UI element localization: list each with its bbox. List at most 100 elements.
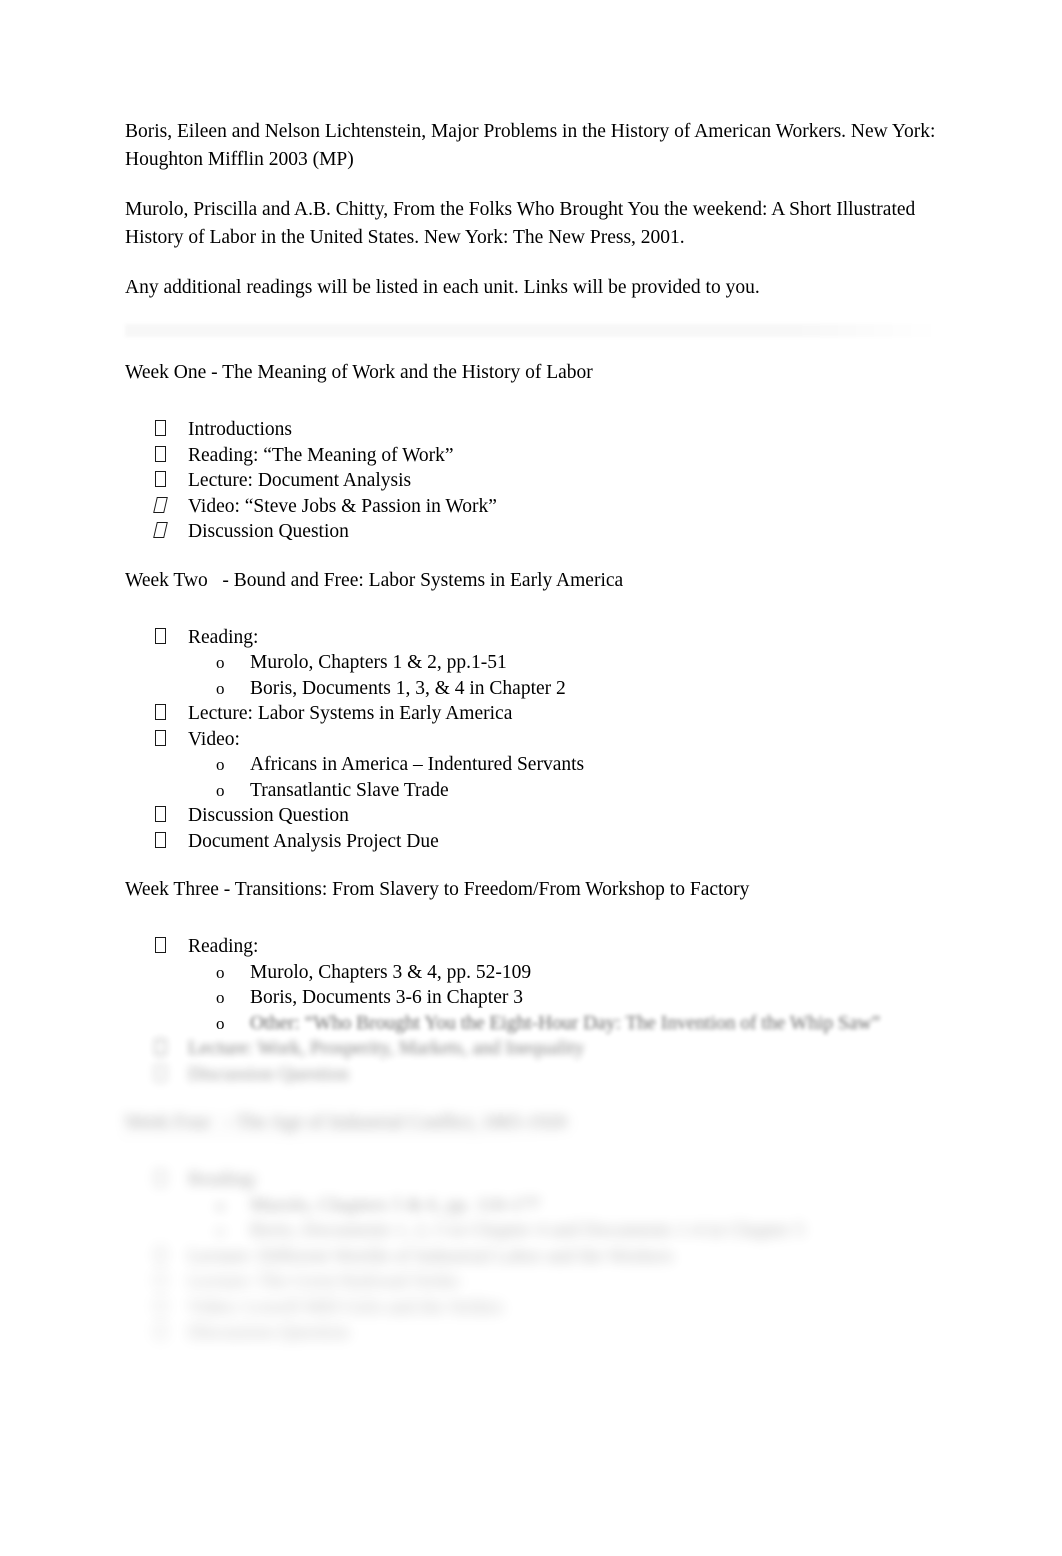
circle-marker-icon: o — [216, 988, 225, 1007]
wingdings-box-bullet-icon — [153, 496, 168, 513]
list-item: Video: o Africans in America – Indenture… — [125, 727, 940, 804]
wingdings-box-bullet-icon — [155, 445, 166, 462]
sub-list-item-label: Transatlantic Slave Trade — [250, 779, 449, 801]
week-heading-wrap-three: Week Three - Transitions: From Slavery t… — [125, 876, 940, 920]
list-item: Discussion Question — [125, 1062, 940, 1088]
list-item-label: Video: “Steve Jobs & Passion in Work” — [188, 495, 497, 517]
sub-list-item-label: Murolo, Chapters 3 & 4, pp. 52-109 — [250, 961, 532, 983]
list-item-label: Lecture: Work, Prosperity, Markets, and … — [188, 1038, 585, 1059]
reference-paragraph-additional-readings: Any additional readings will be listed i… — [125, 277, 760, 298]
week-heading-four: Week Four - The Age of Industrial Confli… — [125, 1112, 567, 1133]
list-item: Lecture: Document Analysis — [125, 468, 940, 494]
wingdings-box-bullet-icon — [155, 471, 166, 487]
wingdings-box-bullet-icon — [155, 1323, 166, 1339]
sub-list-item-label: Other: “Who Brought You the Eight-Hour D… — [250, 1012, 881, 1034]
list-item: Introductions — [125, 417, 940, 443]
sub-list-item-label: Africans in America – Indentured Servant… — [250, 754, 585, 775]
wingdings-box-bullet-icon — [155, 831, 166, 848]
week-two-video-sublist: o Africans in America – Indentured Serva… — [188, 752, 940, 803]
list-item: Video: “Steve Jobs & Passion in Work” — [125, 494, 940, 520]
sub-list-item: o Other: “Who Brought You the Eight-Hour… — [188, 1011, 940, 1037]
wingdings-box-bullet-icon — [153, 522, 168, 538]
sub-list-item-label: Boris, Documents 1, 2, 5 in Chapter 4 an… — [250, 1220, 805, 1241]
week-section-three: Week Three - Transitions: From Slavery t… — [125, 876, 940, 1087]
week-heading-wrap-two: Week Two - Bound and Free: Labor Systems… — [125, 567, 940, 611]
list-item-label: Reading: — [188, 1169, 259, 1190]
list-item: Lecture: The Great Railroad Strike — [125, 1269, 940, 1295]
section-divider — [125, 324, 940, 337]
wingdings-box-bullet-icon — [155, 1064, 166, 1081]
list-item-label: Discussion Question — [188, 521, 349, 542]
sub-list-item-label: Murolo, Chapters 1 & 2, pp.1-51 — [250, 652, 507, 673]
circle-marker-icon: o — [216, 653, 225, 672]
week-two-item-list: Reading: o Murolo, Chapters 1 & 2, pp.1-… — [125, 625, 940, 855]
wingdings-box-bullet-icon — [155, 1039, 166, 1055]
wingdings-box-bullet-icon — [155, 1272, 166, 1288]
list-item: Discussion Question — [125, 1320, 940, 1346]
circle-marker-icon: o — [216, 962, 225, 982]
week-heading-three: Week Three - Transitions: From Slavery t… — [125, 879, 750, 900]
list-item-label: Lecture: The Great Railroad Strike — [188, 1271, 460, 1292]
list-item: Lecture: Different Worlds of Industrial … — [125, 1244, 940, 1270]
circle-marker-icon: o — [216, 1013, 225, 1033]
sub-list-item: o Murolo, Chapters 1 & 2, pp.1-51 — [188, 650, 940, 676]
circle-marker-icon: o — [216, 780, 225, 800]
week-three-item-list: Reading: o Murolo, Chapters 3 & 4, pp. 5… — [125, 934, 940, 1087]
sub-list-item: o Boris, Documents 1, 2, 5 in Chapter 4 … — [188, 1218, 940, 1244]
wingdings-box-bullet-icon — [155, 1170, 166, 1186]
list-item-label: Video: — [188, 728, 240, 750]
week-heading-wrap-one: Week One - The Meaning of Work and the H… — [125, 359, 940, 403]
sub-list-item: o Boris, Documents 1, 3, & 4 in Chapter … — [188, 676, 940, 702]
list-item-label: Reading: — [188, 936, 259, 957]
sub-list-item: o Boris, Documents 3-6 in Chapter 3 — [188, 985, 940, 1011]
wingdings-box-bullet-icon — [155, 627, 166, 644]
list-item: Discussion Question — [125, 803, 940, 829]
week-heading-one: Week One - The Meaning of Work and the H… — [125, 362, 593, 383]
wingdings-box-bullet-icon — [155, 704, 166, 720]
reference-paragraph-boris: Boris, Eileen and Nelson Lichtenstein, M… — [125, 121, 936, 170]
circle-marker-icon: o — [216, 755, 225, 774]
circle-marker-icon: o — [216, 1221, 225, 1240]
list-item: Reading: o Murolo, Chapters 1 & 2, pp.1-… — [125, 625, 940, 702]
list-item: Video: Lowell Mill Girls and the Strikes — [125, 1295, 940, 1321]
document-page: Boris, Eileen and Nelson Lichtenstein, M… — [0, 0, 1062, 1556]
wingdings-box-bullet-icon — [155, 1297, 166, 1314]
list-item: Lecture: Work, Prosperity, Markets, and … — [125, 1036, 940, 1062]
week-section-two: Week Two - Bound and Free: Labor Systems… — [125, 567, 940, 855]
sub-list-item: o Africans in America – Indentured Serva… — [188, 752, 940, 778]
list-item-label: Reading: “The Meaning of Work” — [188, 444, 454, 466]
list-item-label: Video: Lowell Mill Girls and the Strikes — [188, 1296, 504, 1318]
list-item-label: Lecture: Labor Systems in Early America — [188, 703, 513, 724]
circle-marker-icon: o — [216, 678, 225, 698]
week-two-reading-sublist: o Murolo, Chapters 1 & 2, pp.1-51 o Bori… — [188, 650, 940, 701]
week-heading-two: Week Two - Bound and Free: Labor Systems… — [125, 569, 624, 591]
week-one-item-list: Introductions Reading: “The Meaning of W… — [125, 417, 940, 545]
sub-list-item-label: Murolo, Chapters 5 & 6, pp. 110-177 — [250, 1194, 541, 1216]
circle-marker-icon: o — [216, 1195, 225, 1215]
wingdings-box-bullet-icon — [155, 937, 166, 953]
list-item: Document Analysis Project Due — [125, 829, 940, 855]
list-item-label: Document Analysis Project Due — [188, 830, 439, 852]
list-item-label: Introductions — [188, 419, 292, 440]
wingdings-box-bullet-icon — [155, 420, 166, 436]
week-section-four: Week Four - The Age of Industrial Confli… — [125, 1109, 940, 1346]
list-item: Reading: “The Meaning of Work” — [125, 443, 940, 469]
wingdings-box-bullet-icon — [155, 1246, 166, 1263]
document-content: Boris, Eileen and Nelson Lichtenstein, M… — [125, 118, 940, 1364]
list-item-label: Discussion Question — [188, 805, 349, 826]
list-item-label: Discussion Question — [188, 1322, 349, 1343]
list-item-label: Lecture: Document Analysis — [188, 470, 412, 491]
sub-list-item-label: Boris, Documents 1, 3, & 4 in Chapter 2 — [250, 677, 566, 699]
list-item-label: Discussion Question — [188, 1063, 349, 1085]
list-item: Discussion Question — [125, 519, 940, 545]
sub-list-item: o Murolo, Chapters 3 & 4, pp. 52-109 — [188, 960, 940, 986]
list-item: Reading: o Murolo, Chapters 5 & 6, pp. 1… — [125, 1167, 940, 1244]
sub-list-item: o Murolo, Chapters 5 & 6, pp. 110-177 — [188, 1193, 940, 1219]
list-item-label: Lecture: Different Worlds of Industrial … — [188, 1245, 674, 1267]
week-heading-wrap-four: Week Four - The Age of Industrial Confli… — [125, 1109, 940, 1153]
week-section-one: Week One - The Meaning of Work and the H… — [125, 359, 940, 545]
reference-paragraph-murolo: Murolo, Priscilla and A.B. Chitty, From … — [125, 199, 916, 248]
sub-list-item: o Transatlantic Slave Trade — [188, 778, 940, 804]
list-item: Lecture: Labor Systems in Early America — [125, 701, 940, 727]
week-four-reading-sublist: o Murolo, Chapters 5 & 6, pp. 110-177 o … — [188, 1193, 940, 1244]
